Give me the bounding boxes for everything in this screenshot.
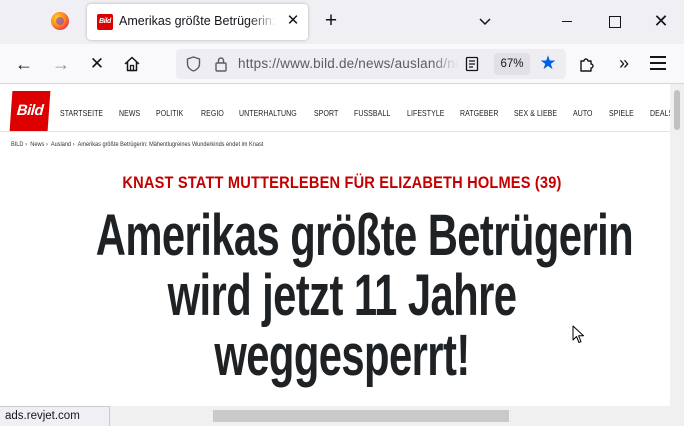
back-arrow-icon[interactable]: ← bbox=[14, 54, 34, 74]
status-panel: ads.revjet.com bbox=[0, 406, 110, 426]
nav-item-deals[interactable]: DEALS bbox=[650, 107, 670, 119]
breadcrumb-separator: › bbox=[72, 141, 75, 148]
bookmark-star-icon[interactable]: ★ bbox=[538, 53, 558, 75]
nav-item-sex-liebe[interactable]: SEX & LIEBE bbox=[514, 107, 557, 119]
headline-line-3: weggesperrt! bbox=[214, 323, 470, 388]
breadcrumb-item-bild[interactable]: BILD bbox=[11, 141, 23, 148]
horizontal-scrollbar-thumb[interactable] bbox=[213, 410, 509, 422]
tab-active[interactable]: Bild Amerikas größte Betrügerin: Holmes … bbox=[87, 4, 308, 40]
hamburger-menu-icon[interactable] bbox=[650, 56, 666, 70]
nav-item-ratgeber[interactable]: RATGEBER bbox=[460, 107, 498, 119]
nav-item-regio[interactable]: REGIO bbox=[201, 107, 224, 119]
reader-view-icon[interactable] bbox=[464, 56, 480, 72]
zoom-level-button[interactable]: 67% bbox=[494, 53, 530, 75]
breadcrumb-separator: › bbox=[46, 141, 48, 148]
overflow-chevron-icon[interactable]: » bbox=[614, 54, 634, 74]
nav-item-startseite[interactable]: STARTSEITE bbox=[60, 107, 103, 119]
web-page: Bild STARTSEITE NEWS POLITIK REGIO UNTER… bbox=[0, 84, 670, 406]
navigation-toolbar: ← → ✕ https://www.bild.de/news/ausland/n… bbox=[0, 44, 684, 84]
vertical-scrollbar[interactable] bbox=[670, 84, 684, 406]
breadcrumb: BILD › News › Ausland › Amerikas größte Bet… bbox=[11, 140, 265, 150]
breadcrumb-item-ausland[interactable]: Ausland bbox=[51, 141, 71, 148]
nav-item-politik[interactable]: POLITIK bbox=[156, 107, 183, 119]
article-headline: Amerikas größte Betrügerin wird jetzt 11… bbox=[0, 206, 670, 386]
nav-item-news[interactable]: NEWS bbox=[119, 107, 140, 119]
close-window-button[interactable]: ✕ bbox=[650, 10, 672, 32]
nav-item-sport[interactable]: SPORT bbox=[314, 107, 338, 119]
nav-item-fussball[interactable]: FUSSBALL bbox=[354, 107, 390, 119]
list-all-tabs-icon[interactable] bbox=[476, 12, 494, 30]
headline-line-1: Amerikas größte Betrügerin bbox=[95, 203, 634, 268]
lock-icon[interactable] bbox=[214, 56, 228, 72]
tab-close-icon[interactable]: ✕ bbox=[285, 13, 301, 29]
mouse-pointer-icon bbox=[572, 325, 586, 345]
firefox-view-icon[interactable] bbox=[51, 12, 69, 30]
tracking-protection-shield-icon[interactable] bbox=[186, 56, 201, 72]
nav-item-auto[interactable]: AUTO bbox=[573, 107, 593, 119]
nav-item-spiele[interactable]: SPIELE bbox=[609, 107, 634, 119]
new-tab-button[interactable]: + bbox=[320, 10, 342, 32]
maximize-button[interactable] bbox=[603, 10, 625, 32]
nav-divider bbox=[0, 131, 670, 132]
url-input[interactable]: https://www.bild.de/news/ausland/news-au… bbox=[238, 56, 458, 74]
bild-logo[interactable]: Bild bbox=[9, 91, 51, 131]
headline-line-2: wird jetzt 11 Jahre bbox=[167, 263, 517, 328]
extensions-puzzle-icon[interactable] bbox=[578, 55, 596, 73]
vertical-scrollbar-thumb[interactable] bbox=[674, 90, 680, 130]
tab-title: Amerikas größte Betrügerin: Holmes bbox=[119, 14, 277, 28]
tab-strip: Bild Amerikas größte Betrügerin: Holmes … bbox=[0, 0, 684, 44]
stop-loading-icon[interactable]: ✕ bbox=[87, 54, 107, 74]
breadcrumb-item-news[interactable]: News bbox=[30, 141, 44, 148]
breadcrumb-item-article: Amerikas größte Betrügerin: Mähentlugrei… bbox=[77, 141, 264, 148]
home-icon[interactable] bbox=[122, 54, 142, 74]
breadcrumb-separator: › bbox=[25, 141, 28, 148]
article-kicker: KNAST STATT MUTTERLEBEN FÜR ELIZABETH HO… bbox=[122, 173, 562, 192]
nav-item-unterhaltung[interactable]: UNTERHALTUNG bbox=[239, 107, 297, 119]
bild-favicon-icon: Bild bbox=[97, 14, 113, 30]
url-bar[interactable]: https://www.bild.de/news/ausland/news-au… bbox=[176, 49, 566, 79]
nav-item-lifestyle[interactable]: LIFESTYLE bbox=[407, 107, 445, 119]
forward-arrow-icon[interactable]: → bbox=[51, 54, 71, 74]
minimize-button[interactable] bbox=[556, 10, 578, 32]
